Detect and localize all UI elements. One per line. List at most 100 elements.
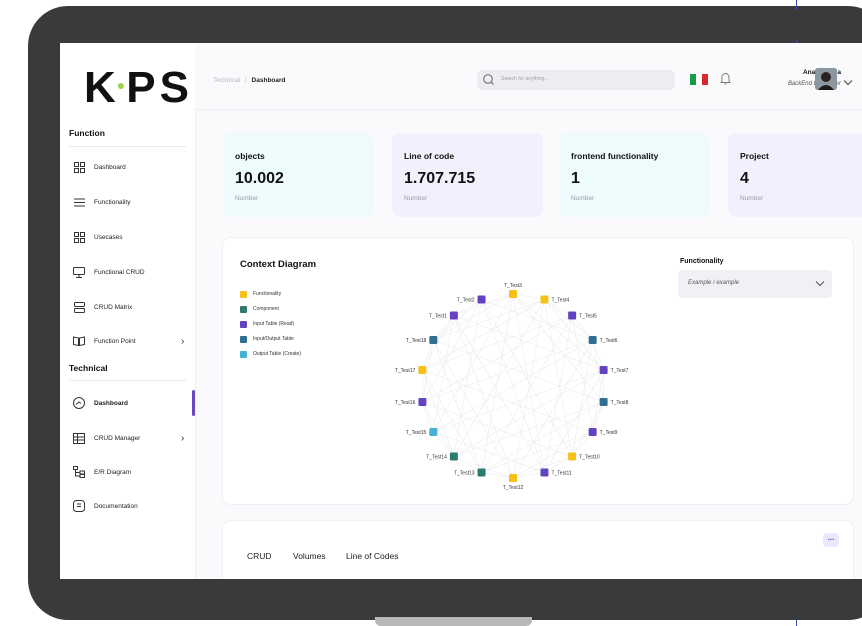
graph-edge xyxy=(422,401,434,433)
monitor-icon xyxy=(72,265,86,279)
sidebar-item-er-diagram[interactable]: E/R Diagram xyxy=(60,461,195,483)
graph-node[interactable] xyxy=(418,366,427,375)
kps-logo[interactable]: K●PS xyxy=(84,63,193,113)
graph-node[interactable] xyxy=(568,452,577,461)
edge-line-top xyxy=(796,0,797,10)
graph-edge xyxy=(481,472,514,479)
graph-node[interactable] xyxy=(449,452,458,461)
book-icon xyxy=(72,334,86,348)
graph-edge xyxy=(453,315,604,371)
stat-value: 1.707.715 xyxy=(404,170,476,187)
sidebar-item-label: Functional CRUD xyxy=(94,268,145,276)
stat-title: frontend functionality xyxy=(571,151,659,161)
more-options-button[interactable]: ... xyxy=(823,533,839,547)
graph-node[interactable] xyxy=(588,336,597,344)
doc-icon xyxy=(72,499,86,513)
graph-node[interactable] xyxy=(540,468,549,477)
graph-edge xyxy=(544,299,593,341)
graph-node-label: T_Test9 xyxy=(600,430,618,436)
stat-card-frontend-functionality: frontend functionality 1 Number xyxy=(559,133,710,217)
breadcrumb-parent[interactable]: Technical xyxy=(213,77,240,84)
stat-card-project: Project 4 Number xyxy=(728,133,862,217)
graph-edge xyxy=(481,299,545,473)
graph-node[interactable] xyxy=(599,397,608,406)
sidebar-item-crud-matrix[interactable]: CRUD Matrix xyxy=(60,296,195,318)
section-title-function: Function xyxy=(69,128,105,138)
sidebar-item-function-point[interactable]: Function Point › xyxy=(60,330,195,352)
grid-icon xyxy=(72,160,86,174)
sidebar-item-label: Functionality xyxy=(94,198,131,206)
graph-node[interactable] xyxy=(477,468,486,477)
gauge-icon xyxy=(72,396,86,410)
stat-unit: Number xyxy=(571,195,595,202)
graph-node[interactable] xyxy=(477,295,486,304)
graph-edge xyxy=(422,401,573,457)
metrics-tabs-panel: CRUD Volumes Line of Codes ... xyxy=(223,521,853,579)
sidebar: K●PS Function Dashboard Functionality Us… xyxy=(60,43,196,579)
chevron-down-icon[interactable] xyxy=(843,73,853,91)
graph-edges xyxy=(422,293,604,479)
section-divider xyxy=(69,146,186,147)
er-icon xyxy=(72,465,86,479)
search-placeholder: Search for anything... xyxy=(501,76,549,82)
graph-edge xyxy=(512,293,545,300)
graph-node-label: T_Test11 xyxy=(551,470,571,476)
graph-node[interactable] xyxy=(568,311,577,320)
breadcrumb-separator: / xyxy=(244,77,247,84)
search-input[interactable]: Search for anything... xyxy=(477,70,675,90)
graph-node-label: T_Test2 xyxy=(457,298,475,304)
stat-title: objects xyxy=(235,151,265,161)
graph-edge xyxy=(592,401,604,433)
graph-node-label: T_Test15 xyxy=(406,430,427,436)
graph-edge xyxy=(433,299,482,341)
graph-edge xyxy=(453,315,514,479)
app-screen: K●PS Function Dashboard Functionality Us… xyxy=(60,43,862,579)
graph-node-label: T_Test1 xyxy=(429,314,447,320)
sidebar-item-tech-dashboard[interactable]: Dashboard xyxy=(60,392,195,414)
context-diagram-panel: Context Diagram Functionality Component … xyxy=(223,238,853,504)
section-title-technical: Technical xyxy=(69,363,108,373)
sidebar-item-usecases[interactable]: Usecases xyxy=(60,226,195,248)
stat-unit: Number xyxy=(404,195,428,202)
stat-value: 10.002 xyxy=(235,170,284,187)
lines-icon xyxy=(72,195,86,209)
tab-crud[interactable]: CRUD xyxy=(247,551,272,561)
graph-edge xyxy=(422,401,455,457)
graph-node[interactable] xyxy=(540,295,549,304)
sidebar-item-dashboard[interactable]: Dashboard xyxy=(60,156,195,178)
graph-node[interactable] xyxy=(449,311,458,320)
graph-node[interactable] xyxy=(509,474,517,482)
functionality-selected-value: Example / example xyxy=(688,280,740,286)
graph-node[interactable] xyxy=(588,428,597,436)
sidebar-item-functional-crud[interactable]: Functional CRUD xyxy=(60,261,195,283)
section-divider xyxy=(69,380,186,381)
server-icon xyxy=(72,300,86,314)
graph-node-label: T_Test6 xyxy=(600,338,618,344)
tab-line-of-codes[interactable]: Line of Codes xyxy=(346,551,398,561)
sidebar-item-functionality[interactable]: Functionality xyxy=(60,191,195,213)
italy-flag-icon[interactable] xyxy=(690,74,708,85)
sidebar-item-label: Function Point xyxy=(94,337,136,345)
sidebar-item-label: Usecases xyxy=(94,233,123,241)
avatar[interactable] xyxy=(815,68,837,90)
functionality-select[interactable]: Example / example xyxy=(678,270,832,298)
sidebar-item-label: Documentation xyxy=(94,502,138,510)
graph-node-label: T_Test4 xyxy=(551,298,569,304)
graph-node[interactable] xyxy=(429,336,438,344)
sidebar-item-crud-manager[interactable]: CRUD Manager › xyxy=(60,427,195,449)
graph-edge xyxy=(422,339,434,371)
tab-volumes[interactable]: Volumes xyxy=(293,551,326,561)
sidebar-item-documentation[interactable]: Documentation xyxy=(60,495,195,517)
stat-unit: Number xyxy=(235,195,259,202)
graph-node[interactable] xyxy=(599,366,608,375)
sidebar-item-label: CRUD Manager xyxy=(94,434,141,442)
laptop-stand xyxy=(375,617,532,626)
graph-node[interactable] xyxy=(418,397,427,406)
graph-node-label: T_Test8 xyxy=(611,400,629,406)
graph-node[interactable] xyxy=(509,290,517,298)
grid-icon xyxy=(72,230,86,244)
graph-node-label: T_Test3 xyxy=(504,283,522,289)
stat-unit: Number xyxy=(740,195,764,202)
bell-icon[interactable] xyxy=(720,72,731,90)
graph-node[interactable] xyxy=(429,428,438,436)
